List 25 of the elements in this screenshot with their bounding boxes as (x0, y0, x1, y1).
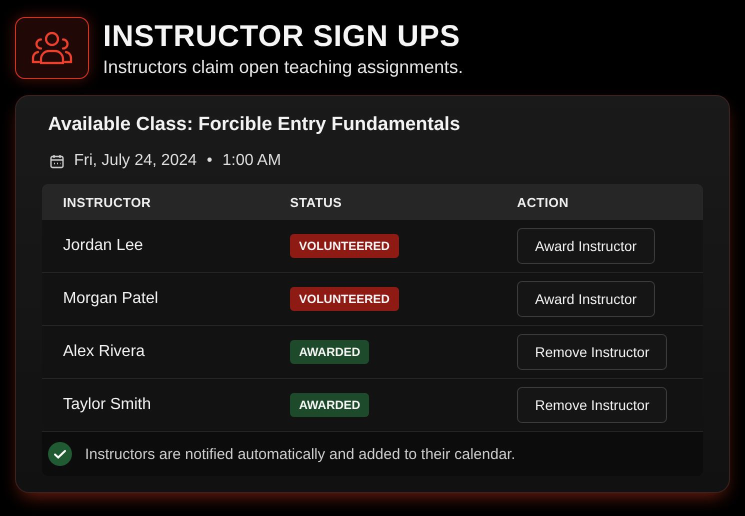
column-header: STATUS (290, 194, 343, 210)
action-button[interactable]: Remove Instructor (517, 387, 668, 423)
instructor-name: Taylor Smith (63, 396, 152, 414)
status-badge: AWARDED (290, 340, 370, 364)
column-header: ACTION (517, 194, 570, 210)
instructor-name: Alex Rivera (63, 343, 146, 361)
check-circle-icon (48, 442, 72, 466)
people-group-icon (30, 30, 74, 66)
status-badge: AWARDED (290, 393, 370, 417)
instructor-name: Jordan Lee (63, 237, 144, 255)
action-button[interactable]: Award Instructor (517, 281, 655, 317)
status-badge: VOLUNTEERED (290, 234, 399, 258)
status-badge: VOLUNTEERED (290, 287, 399, 311)
calendar-icon (50, 154, 64, 168)
footer-note: Instructors are notified automatically and added to their calendar. (85, 446, 516, 462)
separator-dot: • (206, 152, 212, 170)
class-date: Fri, July 24, 2024 (74, 152, 197, 170)
action-button[interactable]: Award Instructor (517, 228, 655, 264)
instructor-name: Morgan Patel (63, 290, 160, 308)
class-title: Available Class: Forcible Entry Fundamentals (48, 114, 462, 136)
class-time: 1:00 AM (222, 152, 282, 170)
page-title: INSTRUCTOR SIGN UPS (103, 18, 462, 54)
column-header: INSTRUCTOR (63, 194, 152, 210)
action-button[interactable]: Remove Instructor (517, 334, 668, 370)
page-subtitle: Instructors claim open teaching assignments. (103, 56, 464, 78)
